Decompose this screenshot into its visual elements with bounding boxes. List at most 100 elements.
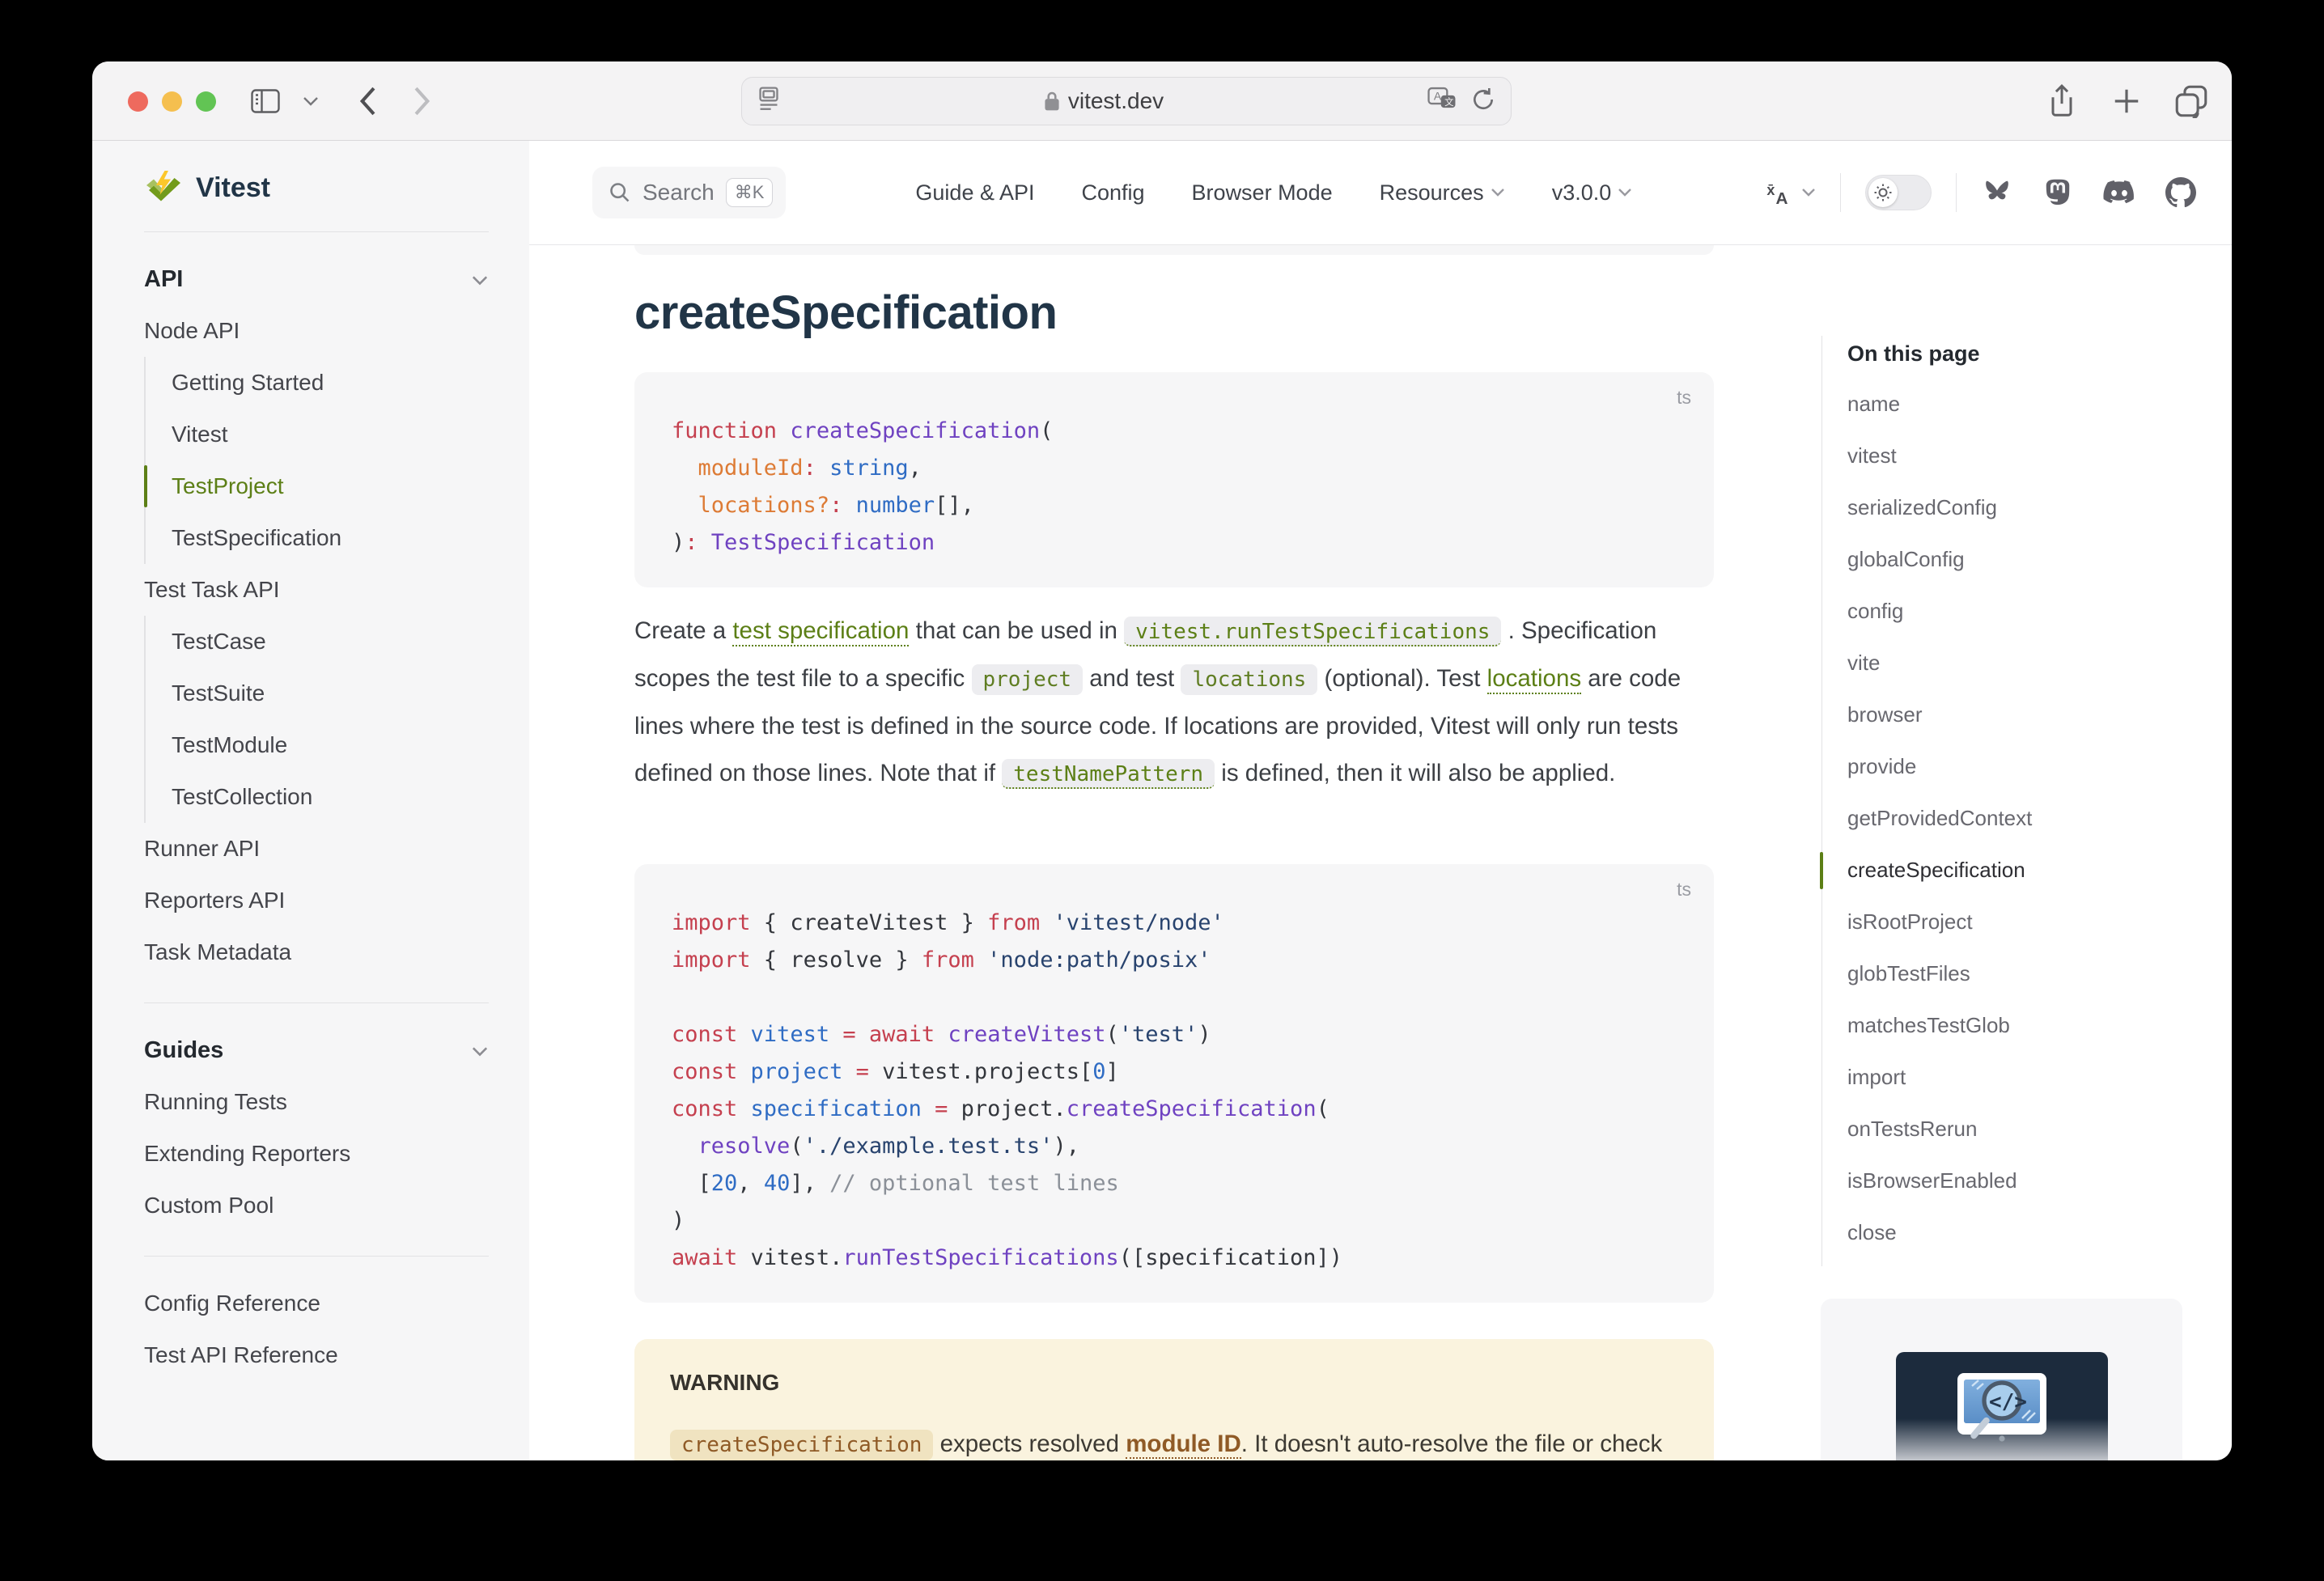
sidebar-divider <box>144 231 489 232</box>
reload-icon[interactable] <box>1470 87 1496 117</box>
sidebar-item-config-reference[interactable]: Config Reference <box>144 1278 489 1329</box>
bluesky-icon[interactable] <box>1981 178 2013 207</box>
toc-item-globtestfiles[interactable]: globTestFiles <box>1847 947 2203 999</box>
code-lang-badge: ts <box>1677 879 1691 901</box>
sidebar-item-testspecification[interactable]: TestSpecification <box>146 512 490 564</box>
chevron-down-icon <box>1618 184 1632 202</box>
toc-item-import[interactable]: import <box>1847 1051 2203 1103</box>
text-link[interactable]: module ID <box>1126 1431 1241 1459</box>
nav-link-config[interactable]: Config <box>1082 180 1145 206</box>
new-tab-icon[interactable] <box>2102 61 2151 141</box>
toc-item-ontestsrerun[interactable]: onTestsRerun <box>1847 1103 2203 1155</box>
toc-item-globalconfig[interactable]: globalConfig <box>1847 533 2203 585</box>
toc-item-browser[interactable]: browser <box>1847 689 2203 740</box>
address-bar[interactable]: vitest.dev A 文 <box>741 77 1512 125</box>
toc-item-provide[interactable]: provide <box>1847 740 2203 792</box>
sidebar-item-task-metadata[interactable]: Task Metadata <box>144 926 489 978</box>
warning-callout: WARNING createSpecification expects reso… <box>634 1339 1714 1460</box>
sidebar-item-vitest[interactable]: Vitest <box>146 409 490 460</box>
toc-item-close[interactable]: close <box>1847 1206 2203 1258</box>
text-link[interactable]: locations <box>1487 665 1581 694</box>
toc-item-name[interactable]: name <box>1847 378 2203 430</box>
sidebar-menu-chevron-icon[interactable] <box>296 61 325 141</box>
sidebar-group: TestCaseTestSuiteTestModuleTestCollectio… <box>144 616 529 823</box>
active-indicator <box>144 465 147 507</box>
code-content: function createSpecification( moduleId: … <box>672 413 1677 562</box>
nav-link-label: v3.0.0 <box>1552 180 1612 206</box>
svg-text:A: A <box>1775 189 1788 207</box>
tab-overview-icon[interactable] <box>2165 61 2217 141</box>
sidebar-item-runner-api[interactable]: Runner API <box>144 823 489 875</box>
nav-link-v3-0-0[interactable]: v3.0.0 <box>1552 180 1633 206</box>
sidebar-item-testmodule[interactable]: TestModule <box>146 719 490 771</box>
sidebar-toggle-icon[interactable] <box>246 61 285 141</box>
inline-code-link[interactable]: vitest.runTestSpecifications <box>1124 617 1501 646</box>
inline-code-link[interactable]: testNamePattern <box>1002 759 1215 789</box>
nav-link-guide-api[interactable]: Guide & API <box>915 180 1034 206</box>
inline-code: createSpecification <box>670 1430 933 1460</box>
nav-link-label: Browser Mode <box>1192 180 1333 206</box>
sidebar-item-testproject[interactable]: TestProject <box>146 460 490 512</box>
mastodon-icon[interactable] <box>2042 177 2073 208</box>
nav-link-browser-mode[interactable]: Browser Mode <box>1192 180 1333 206</box>
toc-item-matchestestglob[interactable]: matchesTestGlob <box>1847 999 2203 1051</box>
sidebar-item-getting started[interactable]: Getting Started <box>146 357 490 409</box>
sidebar-item-testsuite[interactable]: TestSuite <box>146 668 490 719</box>
toc-item-serializedconfig[interactable]: serializedConfig <box>1847 481 2203 533</box>
signature-code-block[interactable]: ts function createSpecification( moduleI… <box>634 372 1714 587</box>
brand-name: Vitest <box>196 172 270 204</box>
ad-card[interactable]: </> <box>1821 1299 2182 1460</box>
forward-button[interactable] <box>405 61 440 141</box>
sidebar-item-testcollection[interactable]: TestCollection <box>146 771 490 823</box>
svg-text:</>: </> <box>1989 1390 2027 1414</box>
sidebar: Vitest APINode APIGetting StartedVitestT… <box>92 141 529 1460</box>
toc-item-isbrowserenabled[interactable]: isBrowserEnabled <box>1847 1155 2203 1206</box>
sidebar-section-api[interactable]: API <box>144 253 489 305</box>
sidebar-item-custom-pool[interactable]: Custom Pool <box>144 1180 489 1231</box>
minimize-window-button[interactable] <box>162 91 182 112</box>
sidebar-nav: APINode APIGetting StartedVitestTestProj… <box>144 253 529 1381</box>
github-icon[interactable] <box>2165 177 2196 208</box>
site-navbar: Search ⌘K Guide & API Config Browser Mode R… <box>529 141 2232 245</box>
brand[interactable]: Vitest <box>144 168 529 207</box>
sidebar-item-test-task-api[interactable]: Test Task API <box>144 564 489 616</box>
toc-item-vite[interactable]: vite <box>1847 637 2203 689</box>
close-window-button[interactable] <box>128 91 148 112</box>
toc-item-config[interactable]: config <box>1847 585 2203 637</box>
divider <box>1840 173 1841 212</box>
sidebar-item-test-api-reference[interactable]: Test API Reference <box>144 1329 489 1381</box>
lock-icon <box>1044 91 1060 112</box>
code-lang-badge: ts <box>1677 387 1691 409</box>
page-title: createSpecification <box>634 286 1057 340</box>
toc-item-vitest[interactable]: vitest <box>1847 430 2203 481</box>
nav-link-resources[interactable]: Resources <box>1380 180 1505 206</box>
ad-image: </> <box>1896 1352 2108 1460</box>
sidebar-item-running-tests[interactable]: Running Tests <box>144 1076 489 1128</box>
toc-item-createspecification[interactable]: createSpecification <box>1847 844 2203 896</box>
toc-divider <box>1821 336 1822 1266</box>
code-search-illustration: </> <box>1941 1367 2063 1456</box>
sidebar-item-extending-reporters[interactable]: Extending Reporters <box>144 1128 489 1180</box>
sidebar-section-guides[interactable]: Guides <box>144 1024 489 1076</box>
sidebar-item-testcase[interactable]: TestCase <box>146 616 490 668</box>
example-code-block[interactable]: ts import { createVitest } from 'vitest/… <box>634 864 1714 1303</box>
toc-item-isrootproject[interactable]: isRootProject <box>1847 896 2203 947</box>
language-menu[interactable]: x̄ A <box>1766 178 1816 207</box>
toc-item-getprovidedcontext[interactable]: getProvidedContext <box>1847 792 2203 844</box>
sidebar-item-node-api[interactable]: Node API <box>144 305 489 357</box>
share-icon[interactable] <box>2038 61 2086 141</box>
sidebar-item-reporters-api[interactable]: Reporters API <box>144 875 489 926</box>
sun-icon <box>1873 183 1893 202</box>
text-link[interactable]: test specification <box>732 617 909 646</box>
warning-title: WARNING <box>670 1370 1678 1396</box>
svg-text:A: A <box>1434 89 1442 102</box>
back-button[interactable] <box>350 61 385 141</box>
chevron-down-icon <box>1491 184 1505 202</box>
zoom-window-button[interactable] <box>196 91 216 112</box>
theme-toggle[interactable] <box>1865 175 1932 210</box>
discord-icon[interactable] <box>2102 178 2136 207</box>
reader-mode-icon[interactable] <box>757 86 781 117</box>
search-button[interactable]: Search ⌘K <box>592 167 786 218</box>
search-shortcut: ⌘K <box>726 178 774 207</box>
translate-icon[interactable]: A 文 <box>1427 86 1457 117</box>
